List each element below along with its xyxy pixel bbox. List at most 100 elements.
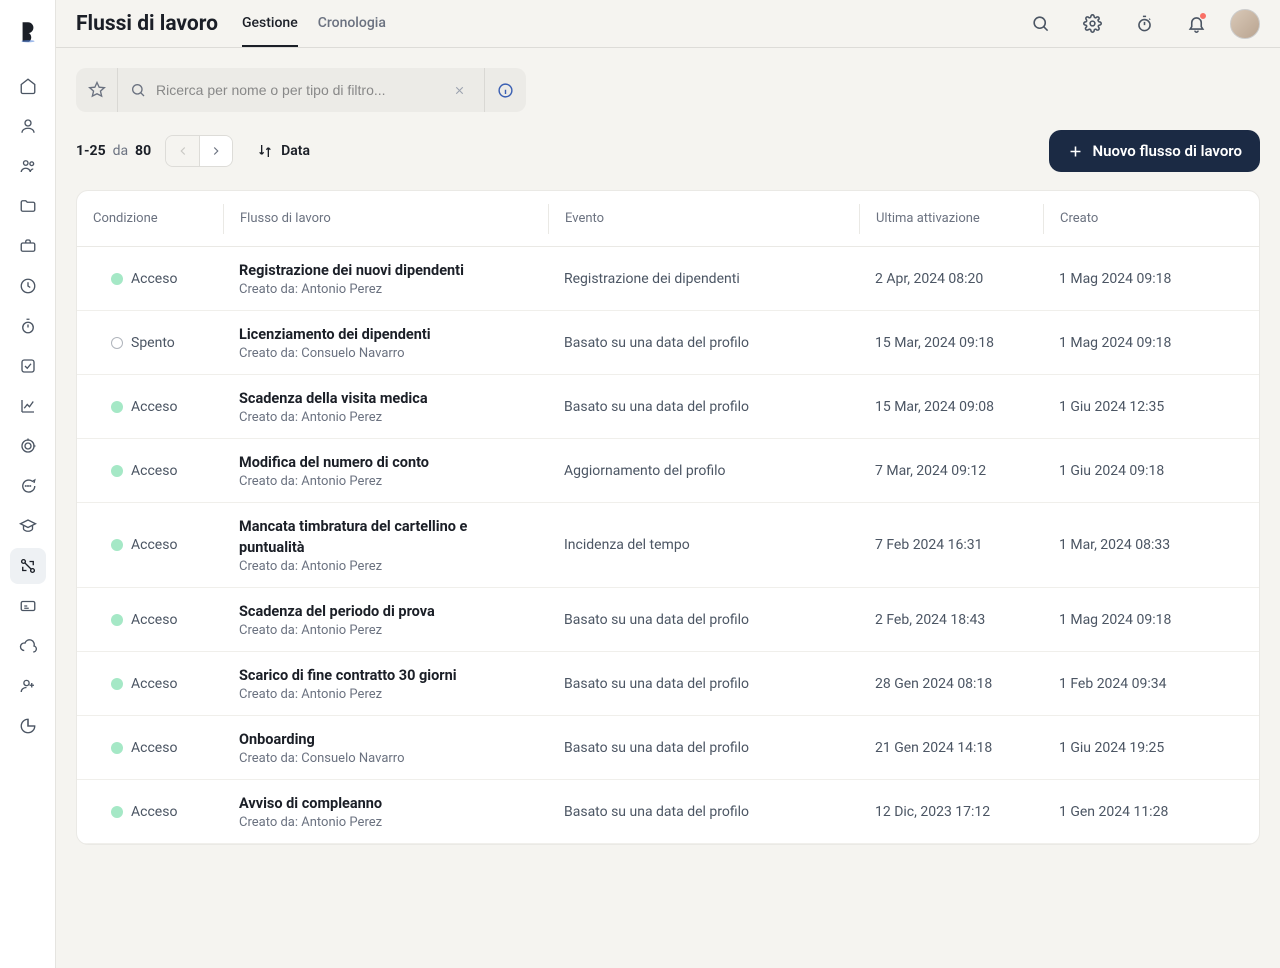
table-row[interactable]: Spento Licenziamento dei dipendenti Crea… <box>77 311 1259 375</box>
page-prev[interactable] <box>166 136 199 166</box>
workflow-event: Basato su una data del profilo <box>548 399 859 415</box>
table-row[interactable]: Acceso Modifica del numero di conto Crea… <box>77 439 1259 503</box>
th-last: Ultima attivazione <box>859 204 1043 234</box>
workflow-creator: Creato da: Antonio Perez <box>239 623 536 638</box>
nav-adduser[interactable] <box>10 668 46 704</box>
status-dot <box>111 806 123 818</box>
notifications-button[interactable] <box>1178 6 1214 42</box>
workflow-table: Condizione Flusso di lavoro Evento Ultim… <box>76 190 1260 845</box>
nav-home[interactable] <box>10 68 46 104</box>
nav-check[interactable] <box>10 348 46 384</box>
workflow-created: 1 Feb 2024 09:34 <box>1043 676 1243 692</box>
workflow-last: 15 Mar, 2024 09:08 <box>859 399 1043 415</box>
workflow-title: Mancata timbratura del cartellino e punt… <box>239 516 536 558</box>
workflow-event: Incidenza del tempo <box>548 537 859 553</box>
status-label: Acceso <box>131 271 177 287</box>
status: Acceso <box>93 271 211 287</box>
settings-button[interactable] <box>1074 6 1110 42</box>
new-workflow-button[interactable]: Nuovo flusso di lavoro <box>1049 130 1260 172</box>
nav-chart[interactable] <box>10 388 46 424</box>
nav-clock[interactable] <box>10 268 46 304</box>
timer-button[interactable] <box>1126 6 1162 42</box>
workflow-created: 1 Giu 2024 12:35 <box>1043 399 1243 415</box>
workflow-title: Scadenza del periodo di prova <box>239 601 536 622</box>
nav-target[interactable] <box>10 428 46 464</box>
workflow-event: Basato su una data del profilo <box>548 612 859 628</box>
page-total: 80 <box>135 143 151 159</box>
tab-manage[interactable]: Gestione <box>242 0 298 47</box>
table-row[interactable]: Acceso Scarico di fine contratto 30 gior… <box>77 652 1259 716</box>
tab-history[interactable]: Cronologia <box>318 0 386 47</box>
workflow-title: Onboarding <box>239 729 536 750</box>
table-header: Condizione Flusso di lavoro Evento Ultim… <box>77 191 1259 247</box>
workflow-creator: Creato da: Antonio Perez <box>239 410 536 425</box>
workflow-title: Registrazione dei nuovi dipendenti <box>239 260 536 281</box>
workflow-last: 2 Apr, 2024 08:20 <box>859 271 1043 287</box>
clear-search[interactable] <box>447 84 472 97</box>
nav-user[interactable] <box>10 108 46 144</box>
workflow-creator: Creato da: Antonio Perez <box>239 474 536 489</box>
nav-card[interactable] <box>10 588 46 624</box>
table-row[interactable]: Acceso Registrazione dei nuovi dipendent… <box>77 247 1259 311</box>
page-range: 1-25 <box>76 143 106 159</box>
status: Spento <box>93 335 211 351</box>
nav-folder[interactable] <box>10 188 46 224</box>
logo[interactable] <box>12 16 44 48</box>
chevron-right-icon <box>209 144 223 158</box>
nav-cloud[interactable] <box>10 628 46 664</box>
status: Acceso <box>93 612 211 628</box>
avatar[interactable] <box>1230 9 1260 39</box>
sort-icon <box>257 143 273 159</box>
page-of-label: da <box>113 143 129 159</box>
status: Acceso <box>93 537 211 553</box>
status: Acceso <box>93 676 211 692</box>
status-dot <box>111 742 123 754</box>
search-button[interactable] <box>1022 6 1058 42</box>
search-input[interactable] <box>156 82 437 98</box>
search-icon <box>130 82 146 98</box>
workflow-last: 2 Feb, 2024 18:43 <box>859 612 1043 628</box>
gear-icon <box>1083 14 1102 33</box>
status-dot <box>111 678 123 690</box>
table-row[interactable]: Acceso Avviso di compleanno Creato da: A… <box>77 780 1259 844</box>
pager <box>165 135 233 167</box>
workflow-created: 1 Giu 2024 09:18 <box>1043 463 1243 479</box>
workflow-created: 1 Mag 2024 09:18 <box>1043 335 1243 351</box>
status-dot <box>111 273 123 285</box>
workflow-creator: Creato da: Consuelo Navarro <box>239 346 536 361</box>
nav-briefcase[interactable] <box>10 228 46 264</box>
nav-stopwatch[interactable] <box>10 308 46 344</box>
nav-workflows[interactable] <box>10 548 46 584</box>
sort-button[interactable]: Data <box>247 137 320 165</box>
status-dot <box>111 614 123 626</box>
table-row[interactable]: Acceso Scadenza della visita medica Crea… <box>77 375 1259 439</box>
favorites-filter[interactable] <box>76 68 118 112</box>
workflow-last: 12 Dic, 2023 17:12 <box>859 804 1043 820</box>
workflow-created: 1 Giu 2024 19:25 <box>1043 740 1243 756</box>
status: Acceso <box>93 399 211 415</box>
workflow-last: 15 Mar, 2024 09:18 <box>859 335 1043 351</box>
table-row[interactable]: Acceso Onboarding Creato da: Consuelo Na… <box>77 716 1259 780</box>
th-workflow: Flusso di lavoro <box>223 204 548 234</box>
search-info[interactable] <box>484 68 526 112</box>
workflow-event: Basato su una data del profilo <box>548 335 859 351</box>
star-icon <box>88 81 106 99</box>
status-dot <box>111 465 123 477</box>
pagination-info: 1-25 da 80 <box>76 143 151 159</box>
workflow-title: Licenziamento dei dipendenti <box>239 324 536 345</box>
page-next[interactable] <box>199 136 232 166</box>
nav-grad[interactable] <box>10 508 46 544</box>
workflow-event: Basato su una data del profilo <box>548 740 859 756</box>
nav-pie[interactable] <box>10 708 46 744</box>
workflow-last: 21 Gen 2024 14:18 <box>859 740 1043 756</box>
nav-team[interactable] <box>10 148 46 184</box>
nav-chat[interactable] <box>10 468 46 504</box>
table-row[interactable]: Acceso Scadenza del periodo di prova Cre… <box>77 588 1259 652</box>
status-label: Acceso <box>131 740 177 756</box>
status: Acceso <box>93 463 211 479</box>
workflow-created: 1 Mag 2024 09:18 <box>1043 612 1243 628</box>
table-row[interactable]: Acceso Mancata timbratura del cartellino… <box>77 503 1259 588</box>
workflow-event: Basato su una data del profilo <box>548 804 859 820</box>
workflow-title: Modifica del numero di conto <box>239 452 536 473</box>
th-event: Evento <box>548 204 859 234</box>
